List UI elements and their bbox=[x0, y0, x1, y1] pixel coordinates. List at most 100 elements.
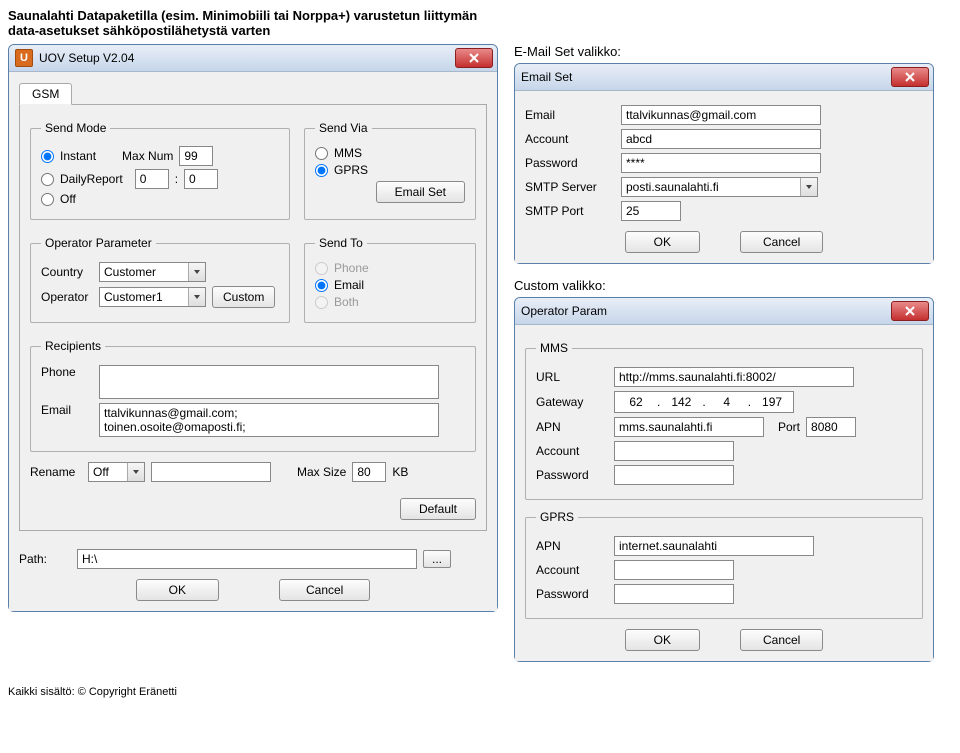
operator-combo[interactable]: Customer1 bbox=[99, 287, 206, 307]
mms-url-input[interactable] bbox=[614, 367, 854, 387]
close-icon bbox=[905, 306, 915, 316]
recip-email-label: Email bbox=[41, 403, 93, 417]
footer-copyright: Kaikki sisältö: © Copyright Eränetti bbox=[8, 686, 952, 698]
uov-cancel-button[interactable]: Cancel bbox=[279, 579, 370, 601]
recip-email-textarea[interactable]: ttalvikunnas@gmail.com; toinen.osoite@om… bbox=[99, 403, 439, 437]
es-smtp-server-combo[interactable]: posti.saunalahti.fi bbox=[621, 177, 818, 197]
close-icon bbox=[905, 72, 915, 82]
label-gprs: GPRS bbox=[334, 163, 368, 177]
operator-param-window: Operator Param MMS URL Gateway bbox=[514, 297, 934, 662]
mms-apn-input[interactable] bbox=[614, 417, 764, 437]
close-button[interactable] bbox=[891, 67, 929, 87]
es-account-input[interactable] bbox=[621, 129, 821, 149]
recip-phone-textarea[interactable] bbox=[99, 365, 439, 399]
rename-label: Rename bbox=[30, 465, 82, 479]
label-off: Off bbox=[60, 192, 76, 206]
es-password-label: Password bbox=[525, 156, 615, 170]
gprs-legend: GPRS bbox=[536, 510, 578, 524]
emailset-titlebar: Email Set bbox=[515, 64, 933, 91]
chevron-down-icon bbox=[188, 288, 205, 306]
custom-section-label: Custom valikko: bbox=[514, 278, 934, 293]
country-combo[interactable]: Customer bbox=[99, 262, 206, 282]
gprs-apn-input[interactable] bbox=[614, 536, 814, 556]
gprs-account-input[interactable] bbox=[614, 560, 734, 580]
es-cancel-button[interactable]: Cancel bbox=[740, 231, 823, 253]
daily-min-input[interactable] bbox=[184, 169, 218, 189]
gateway-ip-field[interactable]: . . . bbox=[614, 391, 794, 413]
dot-sep: . bbox=[698, 395, 709, 409]
operator-label: Operator bbox=[41, 290, 93, 304]
mms-port-input[interactable] bbox=[806, 417, 856, 437]
email-set-window: Email Set Email Account Password bbox=[514, 63, 934, 264]
es-email-input[interactable] bbox=[621, 105, 821, 125]
radio-off[interactable] bbox=[41, 193, 54, 206]
es-account-label: Account bbox=[525, 132, 615, 146]
mms-password-label: Password bbox=[536, 468, 608, 482]
rename-value: Off bbox=[89, 463, 127, 481]
gprs-password-input[interactable] bbox=[614, 584, 734, 604]
recipients-group: Recipients Phone Email ttalvikunnas@gmai… bbox=[30, 339, 476, 452]
gateway-oct-1[interactable] bbox=[619, 393, 653, 411]
recip-phone-label: Phone bbox=[41, 365, 93, 379]
radio-gprs[interactable] bbox=[315, 164, 328, 177]
es-ok-button[interactable]: OK bbox=[625, 231, 700, 253]
rename-combo[interactable]: Off bbox=[88, 462, 145, 482]
label-instant: Instant bbox=[60, 149, 96, 163]
time-sep: : bbox=[175, 172, 178, 186]
mms-account-input[interactable] bbox=[614, 441, 734, 461]
send-to-group: Send To Phone Email Both bbox=[304, 236, 476, 323]
label-sendto-both: Both bbox=[334, 295, 359, 309]
custom-button[interactable]: Custom bbox=[212, 286, 275, 308]
gateway-oct-2[interactable] bbox=[664, 393, 698, 411]
es-smtp-server-value: posti.saunalahti.fi bbox=[622, 178, 800, 196]
mms-password-input[interactable] bbox=[614, 465, 734, 485]
send-to-legend: Send To bbox=[315, 236, 367, 250]
mms-apn-label: APN bbox=[536, 420, 608, 434]
default-button[interactable]: Default bbox=[400, 498, 476, 520]
radio-instant[interactable] bbox=[41, 150, 54, 163]
es-password-input[interactable] bbox=[621, 153, 821, 173]
radio-dailyreport[interactable] bbox=[41, 173, 54, 186]
email-set-section-label: E-Mail Set valikko: bbox=[514, 44, 934, 59]
label-sendto-phone: Phone bbox=[334, 261, 369, 275]
gateway-oct-4[interactable] bbox=[755, 393, 789, 411]
send-mode-group: Send Mode Instant Max Num DailyReport bbox=[30, 121, 290, 220]
operator-legend: Operator Parameter bbox=[41, 236, 156, 250]
gprs-apn-label: APN bbox=[536, 539, 608, 553]
country-value: Customer bbox=[100, 263, 188, 281]
email-set-button[interactable]: Email Set bbox=[376, 181, 465, 203]
dot-sep: . bbox=[653, 395, 664, 409]
radio-sendto-both bbox=[315, 296, 328, 309]
intro-line1: Saunalahti Datapaketilla (esim. Minimobi… bbox=[8, 8, 477, 23]
close-icon bbox=[469, 53, 479, 63]
radio-mms[interactable] bbox=[315, 147, 328, 160]
op-cancel-button[interactable]: Cancel bbox=[740, 629, 823, 651]
rename-text-input[interactable] bbox=[151, 462, 271, 482]
close-button[interactable] bbox=[891, 301, 929, 321]
gprs-group: GPRS APN Account Password bbox=[525, 510, 923, 619]
max-size-input[interactable] bbox=[352, 462, 386, 482]
label-max-num: Max Num bbox=[122, 149, 173, 163]
es-smtp-port-input[interactable] bbox=[621, 201, 681, 221]
browse-button[interactable]: ... bbox=[423, 550, 451, 568]
gateway-oct-3[interactable] bbox=[710, 393, 744, 411]
path-input[interactable] bbox=[77, 549, 417, 569]
recipients-legend: Recipients bbox=[41, 339, 105, 353]
send-mode-legend: Send Mode bbox=[41, 121, 110, 135]
app-icon: U bbox=[15, 49, 33, 67]
country-label: Country bbox=[41, 265, 93, 279]
max-num-input[interactable] bbox=[179, 146, 213, 166]
close-button[interactable] bbox=[455, 48, 493, 68]
radio-sendto-email[interactable] bbox=[315, 279, 328, 292]
es-email-label: Email bbox=[525, 108, 615, 122]
uov-ok-button[interactable]: OK bbox=[136, 579, 219, 601]
email-set-title: Email Set bbox=[521, 70, 572, 84]
mms-port-label: Port bbox=[778, 420, 800, 434]
chevron-down-icon bbox=[188, 263, 205, 281]
tab-gsm[interactable]: GSM bbox=[19, 83, 72, 105]
operator-param-group: Operator Parameter Country Customer Oper… bbox=[30, 236, 290, 323]
daily-hour-input[interactable] bbox=[135, 169, 169, 189]
intro-line2: data-asetukset sähköpostilähetystä varte… bbox=[8, 23, 270, 38]
uov-title: UOV Setup V2.04 bbox=[39, 51, 134, 65]
op-ok-button[interactable]: OK bbox=[625, 629, 700, 651]
